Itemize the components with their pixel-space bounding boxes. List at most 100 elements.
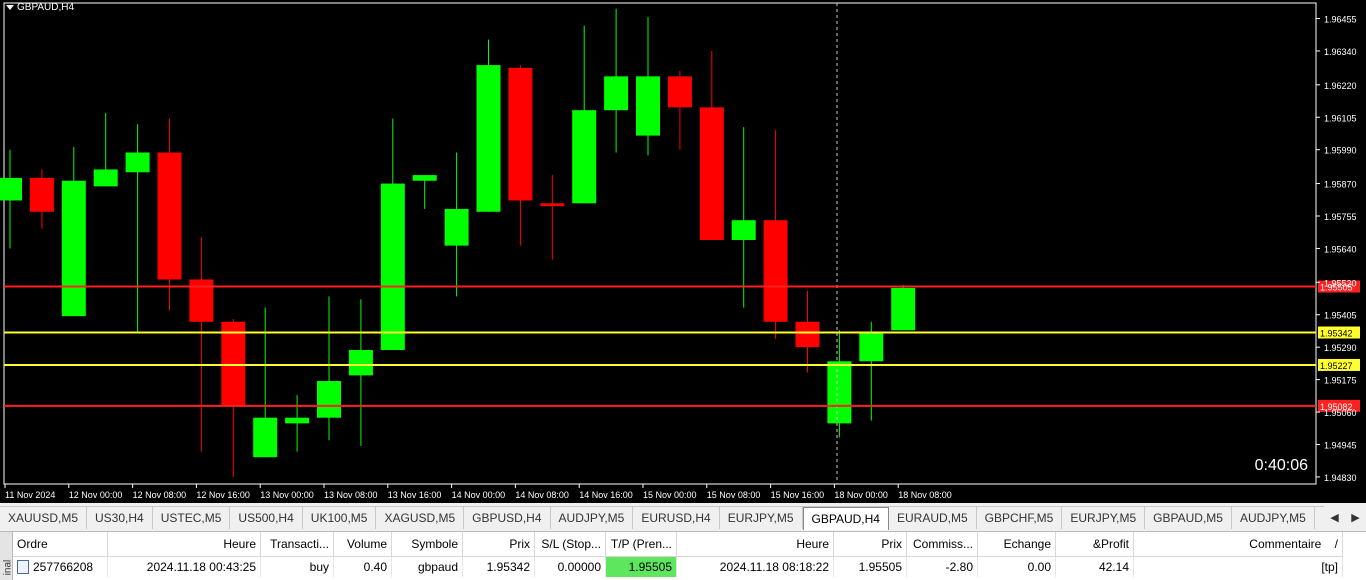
cell-commentaire: [tp]	[1133, 556, 1343, 577]
tab-chart[interactable]: EURAUD,M5	[889, 507, 977, 529]
time-tick-label: 14 Nov 08:00	[515, 490, 569, 500]
price-tick-label: 1.94830	[1324, 473, 1357, 483]
price-tick-label: 1.94945	[1324, 441, 1357, 451]
tab-chart[interactable]: EURJPY,M5	[720, 507, 803, 529]
cell-volume: 0.40	[333, 556, 392, 577]
time-tick-label: 15 Nov 16:00	[771, 490, 825, 500]
time-tick-label: 18 Nov 00:00	[834, 490, 888, 500]
price-tick-label: 1.95520	[1324, 278, 1357, 288]
time-tick-label: 14 Nov 16:00	[579, 490, 633, 500]
chart-canvas[interactable]: 1.955051.953421.952271.950821.964551.963…	[0, 0, 1366, 503]
price-tick-label: 1.95640	[1324, 244, 1357, 254]
tabs-navigation: ◀ ▶	[1324, 506, 1366, 529]
terminal-side-handle[interactable]: inal	[0, 532, 13, 580]
candle-body	[476, 65, 501, 212]
candle-body	[572, 110, 597, 204]
cell-symbole: gbpaud	[391, 556, 463, 577]
col-echange[interactable]: Echange	[977, 532, 1056, 557]
candle-body	[699, 107, 724, 240]
candle-body	[412, 175, 437, 181]
cell-ordre-text: 257766208	[33, 559, 94, 574]
tab-chart[interactable]: US500,H4	[230, 507, 303, 529]
table-row[interactable]: 257766208 2024.11.18 00:43:25 buy 0.40 g…	[13, 556, 1343, 577]
candle-body	[157, 152, 182, 280]
price-tick-label: 1.95755	[1324, 212, 1357, 222]
price-tick-label: 1.95405	[1324, 311, 1357, 321]
col-profit[interactable]: &Profit	[1055, 532, 1134, 557]
col-volume[interactable]: Volume	[333, 532, 392, 557]
col-tp[interactable]: T/P (Pren...	[605, 532, 677, 557]
candle-body	[827, 361, 852, 424]
trade-history-table: Ordre Heure Transacti... Volume Symbole …	[13, 532, 1343, 577]
time-tick-label: 11 Nov 2024	[5, 490, 55, 500]
candle-body	[508, 67, 533, 201]
col-symbole[interactable]: Symbole	[391, 532, 463, 557]
terminal-side-label: inal	[2, 559, 14, 576]
price-tick-label: 1.96220	[1324, 81, 1357, 91]
tab-chart[interactable]: GBPUSD,H4	[464, 507, 551, 529]
col-heure[interactable]: Heure	[107, 532, 261, 557]
cell-transaction: buy	[260, 556, 334, 577]
col-prix[interactable]: Prix	[462, 532, 535, 557]
col-prix-close[interactable]: Prix	[833, 532, 907, 557]
tabs-next-icon[interactable]: ▶	[1351, 511, 1359, 524]
tab-chart[interactable]: XAGUSD,M5	[376, 507, 465, 529]
cell-profit: 42.14	[1055, 556, 1134, 577]
candle-body	[125, 152, 150, 173]
col-commentaire[interactable]: Commentaire /	[1133, 532, 1343, 557]
cell-prix-close: 1.95505	[833, 556, 907, 577]
time-tick-label: 14 Nov 00:00	[452, 490, 506, 500]
chart-symbol-label[interactable]: GBPAUD,H4	[6, 2, 74, 13]
tab-chart[interactable]: XAUUSD,M5	[0, 507, 88, 529]
price-tick-label: 1.95290	[1324, 343, 1357, 353]
candle-body	[636, 76, 660, 136]
table-header-row: Ordre Heure Transacti... Volume Symbole …	[13, 532, 1343, 557]
tab-chart[interactable]: EURUSD,H4	[633, 507, 720, 529]
price-chart[interactable]: 1.95505 1.95342 1.95227 1.95082 1.96455 1.963…	[0, 0, 1366, 503]
price-level-label: 1.95342	[1320, 329, 1353, 339]
plot-frame	[3, 2, 1317, 485]
candle-body	[444, 208, 469, 246]
candle-body	[253, 417, 278, 458]
tab-chart[interactable]: US30,H4	[87, 507, 153, 529]
col-transaction[interactable]: Transacti...	[260, 532, 334, 557]
price-tick-label: 1.96455	[1324, 15, 1357, 25]
sort-indicator-icon: /	[1334, 537, 1338, 551]
price-tick-label: 1.96105	[1324, 113, 1357, 123]
col-sl[interactable]: S/L (Stop...	[534, 532, 606, 557]
col-commission[interactable]: Commiss...	[906, 532, 978, 557]
dropdown-triangle-icon[interactable]	[6, 5, 14, 10]
tabs-prev-icon[interactable]: ◀	[1330, 511, 1338, 524]
candle-body	[93, 169, 118, 187]
tab-chart[interactable]: UK100,M5	[303, 507, 377, 529]
tab-chart[interactable]: AUDJPY,M5	[1232, 507, 1315, 529]
col-ordre[interactable]: Ordre	[13, 532, 108, 557]
candle-body	[795, 321, 820, 348]
col-heure-close[interactable]: Heure	[676, 532, 834, 557]
order-document-icon	[17, 560, 29, 575]
tab-chart[interactable]: GBPCHF,M5	[977, 507, 1063, 529]
cell-commission: -2.80	[906, 556, 978, 577]
tab-chart[interactable]: USTEC,M5	[153, 507, 231, 529]
time-tick-label: 12 Nov 00:00	[69, 490, 123, 500]
candle-body	[604, 76, 629, 111]
time-tick-label: 13 Nov 08:00	[324, 490, 378, 500]
candle-body	[380, 183, 405, 350]
candle-body	[29, 177, 54, 212]
candle-body	[285, 417, 310, 424]
time-tick-label: 18 Nov 08:00	[898, 490, 952, 500]
cell-heure: 2024.11.18 00:43:25	[107, 556, 261, 577]
price-tick-label: 1.95990	[1324, 146, 1357, 156]
tab-chart[interactable]: GBPAUD,H4	[802, 507, 889, 530]
cell-echange: 0.00	[977, 556, 1056, 577]
candle-body	[348, 349, 373, 376]
price-tick-label: 1.95175	[1324, 376, 1357, 386]
cell-ordre: 257766208	[13, 556, 108, 577]
time-tick-label: 13 Nov 00:00	[260, 490, 314, 500]
chart-tabs-bar: XAUUSD,M5 US30,H4 USTEC,M5 US500,H4 UK100,M5…	[0, 506, 1366, 530]
price-tick-label: 1.96340	[1324, 47, 1357, 57]
tab-chart[interactable]: GBPAUD,M5	[1145, 507, 1232, 529]
tab-chart[interactable]: AUDJPY,M5	[551, 507, 634, 529]
tab-chart[interactable]: EURJPY,M5	[1062, 507, 1146, 529]
time-tick-label: 15 Nov 00:00	[643, 490, 697, 500]
